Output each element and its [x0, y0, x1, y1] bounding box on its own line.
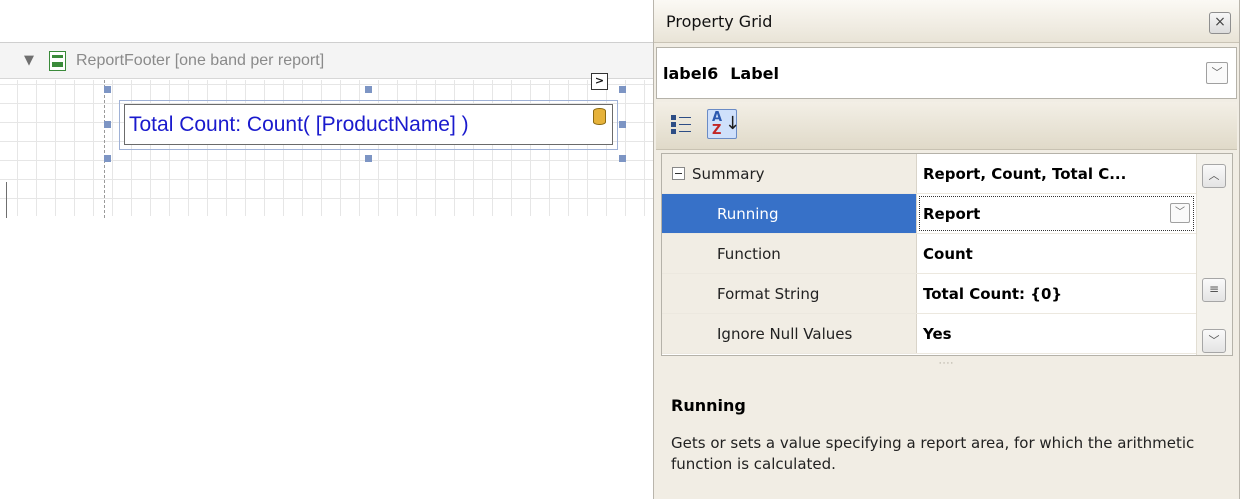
property-name[interactable]: Format String: [662, 274, 917, 313]
report-footer-band-header[interactable]: ▼ ReportFooter [one band per report]: [0, 43, 660, 79]
property-grid-title: Property Grid: [666, 11, 773, 31]
property-row-running[interactable]: Running Report ﹀: [662, 194, 1196, 234]
smart-tag-icon[interactable]: >: [591, 73, 608, 90]
scroll-up-icon[interactable]: ︿: [1202, 164, 1226, 188]
resize-handle-right[interactable]: [619, 121, 626, 128]
collapse-icon[interactable]: [672, 167, 685, 180]
label-control[interactable]: Total Count: Count( [ProductName] ): [124, 104, 613, 145]
resize-handle-bottom-left[interactable]: [104, 155, 111, 162]
property-name: Summary: [692, 164, 765, 183]
label-text: Total Count: Count( [ProductName] ): [129, 112, 469, 136]
resize-handle-top-right[interactable]: [619, 86, 626, 93]
property-grid-toolbar: A Z ↓: [656, 102, 1237, 150]
sort-arrow-glyph: ↓: [725, 113, 741, 134]
property-grid-panel: Property Grid × label6 Label ﹀ A Z ↓ Sum…: [653, 0, 1240, 499]
property-name[interactable]: Ignore Null Values: [662, 314, 917, 353]
categorized-icon[interactable]: [666, 109, 696, 139]
scroll-thumb[interactable]: ≡: [1202, 278, 1226, 302]
object-name: label6: [663, 63, 719, 83]
triangle-down-icon[interactable]: ▼: [24, 53, 38, 68]
close-icon[interactable]: ×: [1209, 12, 1231, 34]
property-name[interactable]: Running: [662, 194, 917, 233]
database-icon: [593, 108, 606, 125]
property-list[interactable]: Summary Report, Count, Total C... Runnin…: [661, 153, 1233, 356]
band-title: ReportFooter [one band per report]: [76, 51, 325, 69]
categorized-icon-row: [671, 129, 691, 134]
property-value[interactable]: Total Count: {0}: [917, 274, 1196, 313]
sort-z-glyph: Z: [712, 123, 722, 138]
chevron-down-icon[interactable]: ﹀: [1170, 203, 1190, 223]
resize-handle-bottom[interactable]: [365, 155, 372, 162]
property-name[interactable]: Function: [662, 234, 917, 273]
sort-alphabetical-icon[interactable]: A Z ↓: [707, 109, 741, 139]
resize-handle-top[interactable]: [365, 86, 372, 93]
report-footer-band-icon: [49, 50, 66, 71]
resize-handle-bottom-right[interactable]: [619, 155, 626, 162]
categorized-icon-row: [671, 115, 691, 120]
property-name-cell[interactable]: Summary: [662, 154, 917, 193]
resize-handle-top-left[interactable]: [104, 86, 111, 93]
chevron-down-icon[interactable]: ﹀: [1206, 62, 1228, 84]
object-selector[interactable]: label6 Label ﹀: [656, 47, 1237, 99]
categorized-icon-row: [671, 122, 691, 127]
description-text: Gets or sets a value specifying a report…: [671, 434, 1195, 473]
resize-handle-left[interactable]: [104, 121, 111, 128]
description-splitter[interactable]: ····: [656, 359, 1237, 373]
description-title: Running: [671, 396, 746, 415]
object-type: Label: [730, 63, 779, 83]
property-row-format-string[interactable]: Format String Total Count: {0}: [662, 274, 1196, 314]
property-value[interactable]: Count: [917, 234, 1196, 273]
property-grid-titlebar[interactable]: Property Grid ×: [654, 0, 1239, 43]
report-designer-surface[interactable]: ▼ ReportFooter [one band per report] Tot…: [0, 0, 660, 499]
property-value-cell[interactable]: Report ﹀: [917, 194, 1196, 233]
property-row-summary[interactable]: Summary Report, Count, Total C...: [662, 154, 1196, 194]
report-edge-line: [6, 182, 7, 218]
property-value[interactable]: Yes: [917, 314, 1196, 353]
scroll-down-icon[interactable]: ﹀: [1202, 329, 1226, 353]
property-row-function[interactable]: Function Count: [662, 234, 1196, 274]
property-value[interactable]: Report, Count, Total C...: [917, 154, 1196, 193]
property-value: Report: [923, 204, 981, 223]
vertical-scrollbar[interactable]: ︿ ≡ ﹀: [1196, 154, 1232, 355]
left-margin-guide: [104, 80, 105, 218]
property-row-ignore-null-values[interactable]: Ignore Null Values Yes: [662, 314, 1196, 354]
